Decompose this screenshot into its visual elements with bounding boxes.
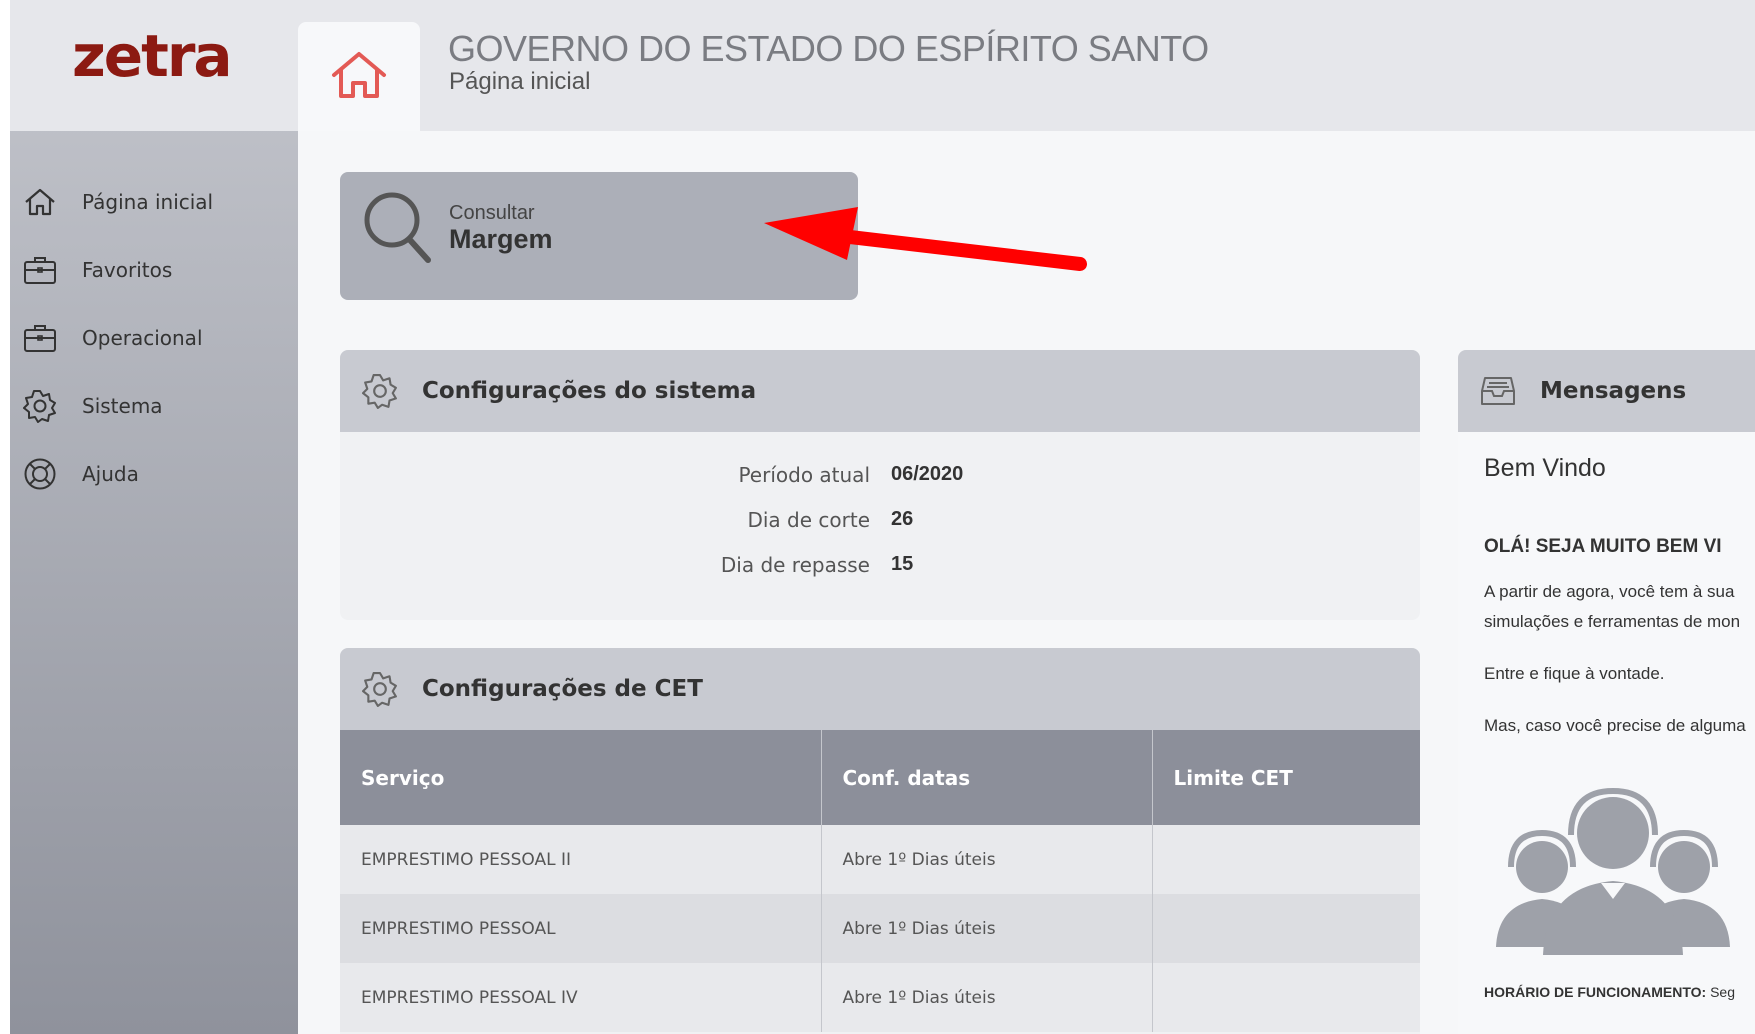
table-cell: EMPRESTIMO PESSOAL II <box>340 825 821 894</box>
config-label: Período atual <box>738 463 870 487</box>
messages-header: Mensagens <box>1458 350 1755 432</box>
message-text: simulações e ferramentas de mon <box>1484 612 1741 631</box>
column-header[interactable]: Limite CET <box>1151 730 1420 825</box>
config-value: 26 <box>891 508 914 530</box>
cet-config-title: Configurações de CET <box>422 676 703 702</box>
system-config-card: Configurações do sistema Período atual 0… <box>340 350 1420 620</box>
system-config-header: Configurações do sistema <box>340 350 1420 432</box>
column-header[interactable]: Conf. datas <box>820 730 1152 825</box>
search-icon <box>362 190 434 271</box>
business-hours: HORÁRIO DE FUNCIONAMENTO: Seg <box>1484 984 1735 1000</box>
table-cell: Abre 1º Dias úteis <box>820 825 1152 894</box>
config-label: Dia de repasse <box>720 553 870 577</box>
consultar-label: Consultar <box>449 202 535 224</box>
sidebar-item-label: Página inicial <box>82 190 214 214</box>
message-text: A partir de agora, você tem à sua <box>1484 582 1735 601</box>
config-row-corte: Dia de corte 26 <box>340 508 1420 538</box>
table-cell: EMPRESTIMO PESSOAL <box>340 894 821 963</box>
config-row-repasse: Dia de repasse 15 <box>340 553 1420 583</box>
column-header[interactable]: Serviço <box>340 730 821 825</box>
sidebar-item-pagina-inicial[interactable]: Página inicial <box>10 168 298 236</box>
business-hours-label: HORÁRIO DE FUNCIONAMENTO: <box>1484 984 1707 1000</box>
sidebar-nav: Página inicial Favoritos Operacional Sis… <box>10 168 298 508</box>
table-header-row: Serviço Conf. datas Limite CET <box>340 730 1420 825</box>
support-team-icon <box>1496 787 1730 955</box>
inbox-icon <box>1478 371 1518 411</box>
sidebar-item-ajuda[interactable]: Ajuda <box>10 440 298 508</box>
page-header-title: GOVERNO DO ESTADO DO ESPÍRITO SANTO <box>448 28 1209 69</box>
cet-config-header: Configurações de CET <box>340 648 1420 730</box>
sidebar-item-label: Operacional <box>82 326 203 350</box>
config-value: 15 <box>891 553 914 575</box>
table-cell <box>1151 825 1420 894</box>
sidebar-item-operacional[interactable]: Operacional <box>10 304 298 372</box>
gear-icon <box>360 371 400 411</box>
message-text: Mas, caso você precise de alguma <box>1484 716 1746 735</box>
sidebar-item-label: Ajuda <box>82 462 139 486</box>
table-cell: EMPRESTIMO PESSOAL IV <box>340 963 821 1032</box>
table-cell: Abre 1º Dias úteis <box>820 963 1152 1032</box>
message-text: Entre e fique à vontade. <box>1484 664 1665 683</box>
home-icon <box>20 182 60 222</box>
home-tab[interactable] <box>298 22 420 132</box>
message-heading: OLÁ! SEJA MUITO BEM VI <box>1484 536 1722 557</box>
table-row[interactable]: EMPRESTIMO PESSOAL Abre 1º Dias úteis <box>340 894 1420 963</box>
table-cell: Abre 1º Dias úteis <box>820 894 1152 963</box>
sidebar-item-label: Sistema <box>82 394 163 418</box>
logo[interactable]: zetra <box>72 22 233 90</box>
margem-label: Margem <box>449 224 553 254</box>
cet-table: Serviço Conf. datas Limite CET EMPRESTIM… <box>340 730 1420 1032</box>
app-frame: zetra Página inicial Favoritos Operacion… <box>0 0 1755 1034</box>
annotation-arrow-icon <box>764 207 1087 271</box>
table-cell <box>1151 894 1420 963</box>
briefcase-icon <box>20 250 60 290</box>
sidebar-item-sistema[interactable]: Sistema <box>10 372 298 440</box>
config-row-periodo: Período atual 06/2020 <box>340 463 1420 493</box>
sidebar-item-label: Favoritos <box>82 258 173 282</box>
cet-config-card: Configurações de CET Serviço Conf. datas… <box>340 648 1420 1034</box>
message-greeting: Bem Vindo <box>1484 454 1606 482</box>
messages-card: Mensagens Bem Vindo OLÁ! SEJA MUITO BEM … <box>1458 350 1755 1034</box>
sidebar-item-favoritos[interactable]: Favoritos <box>10 236 298 304</box>
table-cell <box>1151 963 1420 1032</box>
table-row[interactable]: EMPRESTIMO PESSOAL II Abre 1º Dias úteis <box>340 825 1420 894</box>
page-title: Página inicial <box>449 68 591 95</box>
gear-icon <box>360 669 400 709</box>
table-row[interactable]: EMPRESTIMO PESSOAL IV Abre 1º Dias úteis <box>340 963 1420 1032</box>
business-hours-value: Seg <box>1710 984 1735 1000</box>
home-icon <box>330 50 388 105</box>
config-label: Dia de corte <box>747 508 870 532</box>
messages-title: Mensagens <box>1540 378 1687 404</box>
lifebuoy-icon <box>20 454 60 494</box>
briefcase-icon <box>20 318 60 358</box>
gear-icon <box>20 386 60 426</box>
logo-area: zetra <box>10 0 298 131</box>
system-config-title: Configurações do sistema <box>422 378 757 404</box>
config-value: 06/2020 <box>891 463 964 485</box>
sidebar: zetra Página inicial Favoritos Operacion… <box>10 0 298 1034</box>
